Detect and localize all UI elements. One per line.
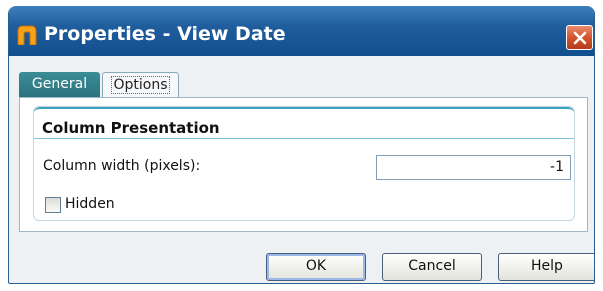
title-bar[interactable]: Properties - View Date — [9, 6, 594, 56]
help-button[interactable]: Help — [498, 253, 594, 281]
hidden-checkbox[interactable] — [45, 197, 61, 213]
app-icon — [16, 25, 38, 46]
column-width-input[interactable]: -1 — [376, 155, 571, 180]
options-panel: Column Presentation Column width (pixels… — [19, 97, 588, 232]
tab-options-label: Options — [111, 76, 170, 94]
close-button[interactable] — [566, 25, 593, 50]
tab-general[interactable]: General — [19, 72, 100, 98]
tab-options[interactable]: Options — [102, 72, 179, 98]
cancel-button[interactable]: Cancel — [382, 253, 482, 281]
group-header: Column Presentation — [34, 107, 574, 139]
ok-button[interactable]: OK — [266, 253, 366, 281]
window-title: Properties - View Date — [44, 23, 286, 45]
group-title: Column Presentation — [42, 119, 220, 137]
column-width-label: Column width (pixels): — [43, 158, 201, 174]
close-icon — [573, 31, 587, 45]
properties-dialog: Properties - View Date General Options C… — [8, 6, 595, 284]
hidden-checkbox-label[interactable]: Hidden — [65, 196, 115, 212]
